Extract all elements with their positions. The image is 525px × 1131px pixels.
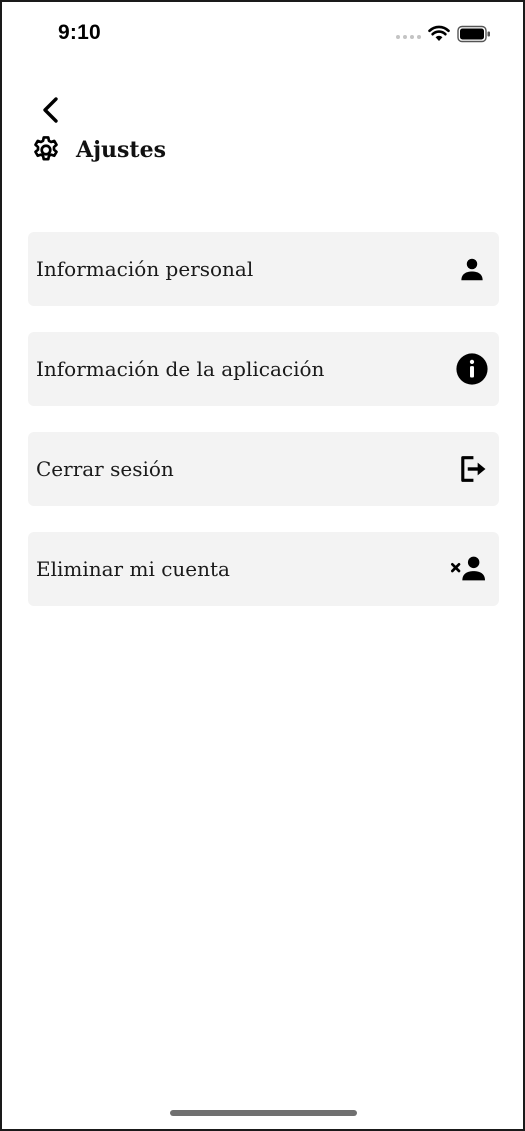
battery-icon xyxy=(457,25,490,43)
wifi-icon xyxy=(428,25,450,41)
settings-item-label: Información personal xyxy=(36,257,254,281)
info-icon xyxy=(455,352,489,386)
status-time: 9:10 xyxy=(58,21,101,44)
page-title: Ajustes xyxy=(76,137,166,163)
chevron-left-icon xyxy=(43,97,58,123)
cellular-signal-icon xyxy=(396,35,421,39)
phone-screen: 9:10 Ajustes Información personal Inform… xyxy=(0,0,525,1131)
home-indicator[interactable] xyxy=(170,1110,357,1116)
status-bar: 9:10 xyxy=(2,2,523,64)
page-header: Ajustes xyxy=(30,134,166,166)
remove-user-icon xyxy=(449,552,489,586)
settings-item-app-info[interactable]: Información de la aplicación xyxy=(28,332,499,406)
settings-item-personal-info[interactable]: Información personal xyxy=(28,232,499,306)
settings-item-label: Eliminar mi cuenta xyxy=(36,557,230,581)
logout-icon xyxy=(455,452,489,486)
settings-item-logout[interactable]: Cerrar sesión xyxy=(28,432,499,506)
settings-item-delete-account[interactable]: Eliminar mi cuenta xyxy=(28,532,499,606)
back-button[interactable] xyxy=(32,92,72,128)
settings-item-label: Cerrar sesión xyxy=(36,457,174,481)
person-icon xyxy=(455,252,489,286)
gear-icon xyxy=(34,136,58,161)
settings-item-label: Información de la aplicación xyxy=(36,357,325,381)
settings-list: Información personal Información de la a… xyxy=(28,232,499,632)
